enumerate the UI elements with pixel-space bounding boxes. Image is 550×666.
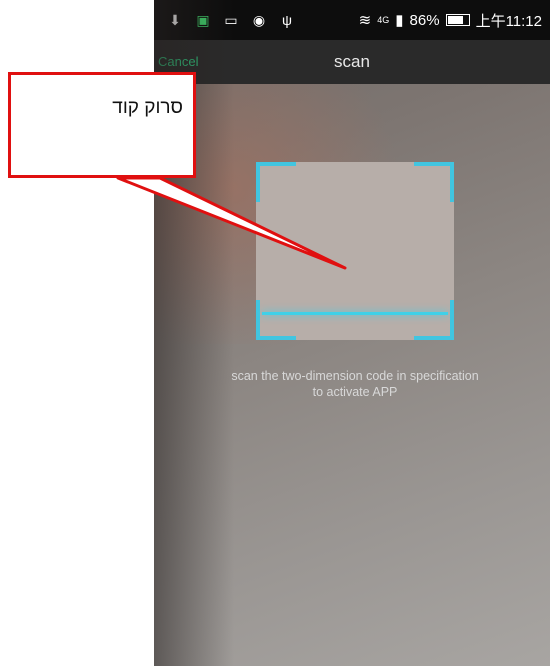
wifi-icon: ≋ [358,12,372,29]
page-title: scan [334,52,370,71]
battery-icon [445,14,470,26]
system-status: ≋ 4G ▮ 86% 上午11:12 [359,10,542,31]
clock: 上午11:12 [475,12,542,30]
scan-instructions: scan the two-dimension code in specifica… [160,368,550,400]
signal-icon: ▮ [395,12,404,29]
frame-corner-bottom-left [256,300,296,340]
network-type: 4G [377,15,390,25]
usb-icon: ψ [282,11,292,28]
frame-corner-top-left [256,162,296,202]
download-icon: ⬇ [169,11,181,28]
frame-corner-top-right [414,162,454,202]
frame-corner-bottom-right [414,300,454,340]
notification-icons: ⬇ ▣ ▭ ◉ ψ [168,12,294,29]
scan-frame [256,162,454,340]
instruction-line-1: scan the two-dimension code in specifica… [231,369,479,383]
image-icon: ▣ [196,11,210,28]
cancel-button[interactable]: Cancel [158,54,198,69]
title-bar: Cancel scan [154,40,550,84]
annotation-callout: סרוק קוד [8,72,196,178]
battery-fill [447,16,464,24]
scan-line [262,312,448,315]
gallery-icon: ▭ [224,11,238,28]
instruction-line-2: to activate APP [312,385,398,399]
annotation-label: סרוק קוד [112,97,183,118]
battery-percent: 86% [409,11,440,29]
globe-icon: ◉ [252,11,266,28]
status-bar: ⬇ ▣ ▭ ◉ ψ ≋ 4G ▮ 86% 上午11:12 [154,0,550,40]
